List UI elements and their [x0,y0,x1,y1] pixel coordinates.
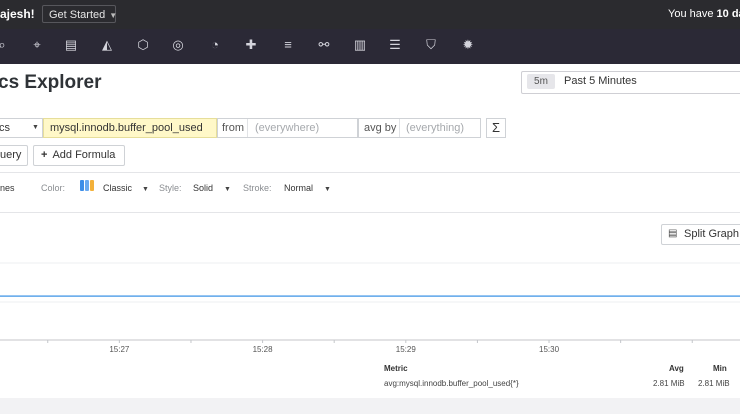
add-formula-button[interactable]: + Add Formula [33,145,125,166]
trial-notice[interactable]: You have 10 day [668,8,740,20]
timeseries-chart[interactable]: 15:27 15:28 15:29 15:30 [0,250,740,360]
color-label: Color: [41,183,66,193]
gauge-icon[interactable]: ◔ [207,37,223,53]
split-graph-label: Split Graph i [684,228,740,240]
from-field[interactable]: from (everywhere) [217,118,358,138]
bug-icon[interactable]: ✹ [460,37,476,53]
x-tick-label: 15:28 [253,345,274,354]
metric-input[interactable]: mysql.innodb.buffer_pool_used [43,118,217,138]
color-dropdown[interactable]: Classic ▼ [103,182,149,196]
query-type-value: cs [0,122,10,134]
stroke-label: Stroke: [243,183,272,193]
add-formula-label: Add Formula [52,149,116,161]
avg-by-placeholder: (everything) [406,122,465,134]
shield-icon[interactable]: ⛉ [423,37,439,53]
get-started-dropdown[interactable]: Get Started ▼ [42,5,118,23]
caret-down-icon: ▼ [224,186,231,193]
style-label: Style: [159,183,182,193]
footer-strip [0,398,740,414]
greeting-text: ajesh! [0,7,35,21]
palette-color-3 [90,180,94,191]
search-icon[interactable]: ⌕ [0,37,10,53]
legend-col-avg: Avg [669,364,684,373]
legend-row-avg: 2.81 MiB [653,379,685,388]
section-divider [0,212,740,213]
book-icon: ▤ [668,228,678,239]
hexagon-icon[interactable]: ⬡ [135,37,151,53]
get-started-label: Get Started [49,9,106,21]
caret-down-icon: ▼ [142,186,149,193]
caret-down-icon: ▼ [109,11,118,20]
puzzle-icon[interactable]: ✚ [243,37,259,53]
trial-days: 10 day [716,8,740,20]
logs-icon[interactable]: ☰ [387,37,403,53]
field-divider [399,119,400,137]
caret-down-icon: ▼ [324,186,331,193]
trial-prefix: You have [668,8,717,20]
caret-down-icon: ▼ [32,124,39,131]
avg-by-field[interactable]: avg by (everything) [358,118,481,138]
avg-by-label: avg by [364,122,397,134]
style-value: Solid [193,183,214,193]
display-type-value[interactable]: nes [0,182,15,194]
time-span-badge: 5m [527,74,555,89]
x-tick-label: 15:27 [109,345,130,354]
time-span-label: Past 5 Minutes [564,75,637,87]
legend-col-min: Min [713,364,727,373]
section-divider [0,172,740,173]
stroke-value: Normal [284,183,314,193]
binoculars-icon[interactable]: ⌖ [29,37,45,53]
legend-row-metric[interactable]: avg:mysql.innodb.buffer_pool_used{*} [384,379,519,388]
palette-swatch-icon[interactable] [80,180,96,191]
dashboard-icon[interactable]: ▤ [63,37,79,53]
sigma-icon: Σ [491,120,501,135]
plus-icon: + [41,149,48,161]
x-tick-label: 15:29 [396,345,417,354]
style-dropdown[interactable]: Solid ▼ [193,182,231,196]
notebook-icon[interactable]: ▥ [352,37,368,53]
sum-function-button[interactable]: Σ [486,118,506,138]
x-tick-label: 15:30 [539,345,560,354]
page-title: cs Explorer [0,72,102,93]
query-type-select[interactable]: cs ▼ [0,118,43,138]
from-label: from [222,122,244,134]
palette-color-1 [80,180,84,191]
field-divider [247,119,248,137]
from-placeholder: (everywhere) [255,122,320,134]
palette-color-2 [85,180,89,191]
link-icon[interactable]: ⚯ [316,37,332,53]
legend-col-metric: Metric [384,364,408,373]
target-icon[interactable]: ◎ [170,37,186,53]
add-query-button[interactable]: uery [0,145,28,166]
area-chart-icon[interactable]: ◭ [99,37,115,53]
filter-icon[interactable]: ≡ [280,37,296,53]
stroke-dropdown[interactable]: Normal ▼ [284,182,331,196]
color-value: Classic [103,183,133,193]
legend-row-min: 2.81 MiB [698,379,730,388]
add-query-label: uery [0,149,22,161]
metric-value: mysql.innodb.buffer_pool_used [50,122,203,134]
